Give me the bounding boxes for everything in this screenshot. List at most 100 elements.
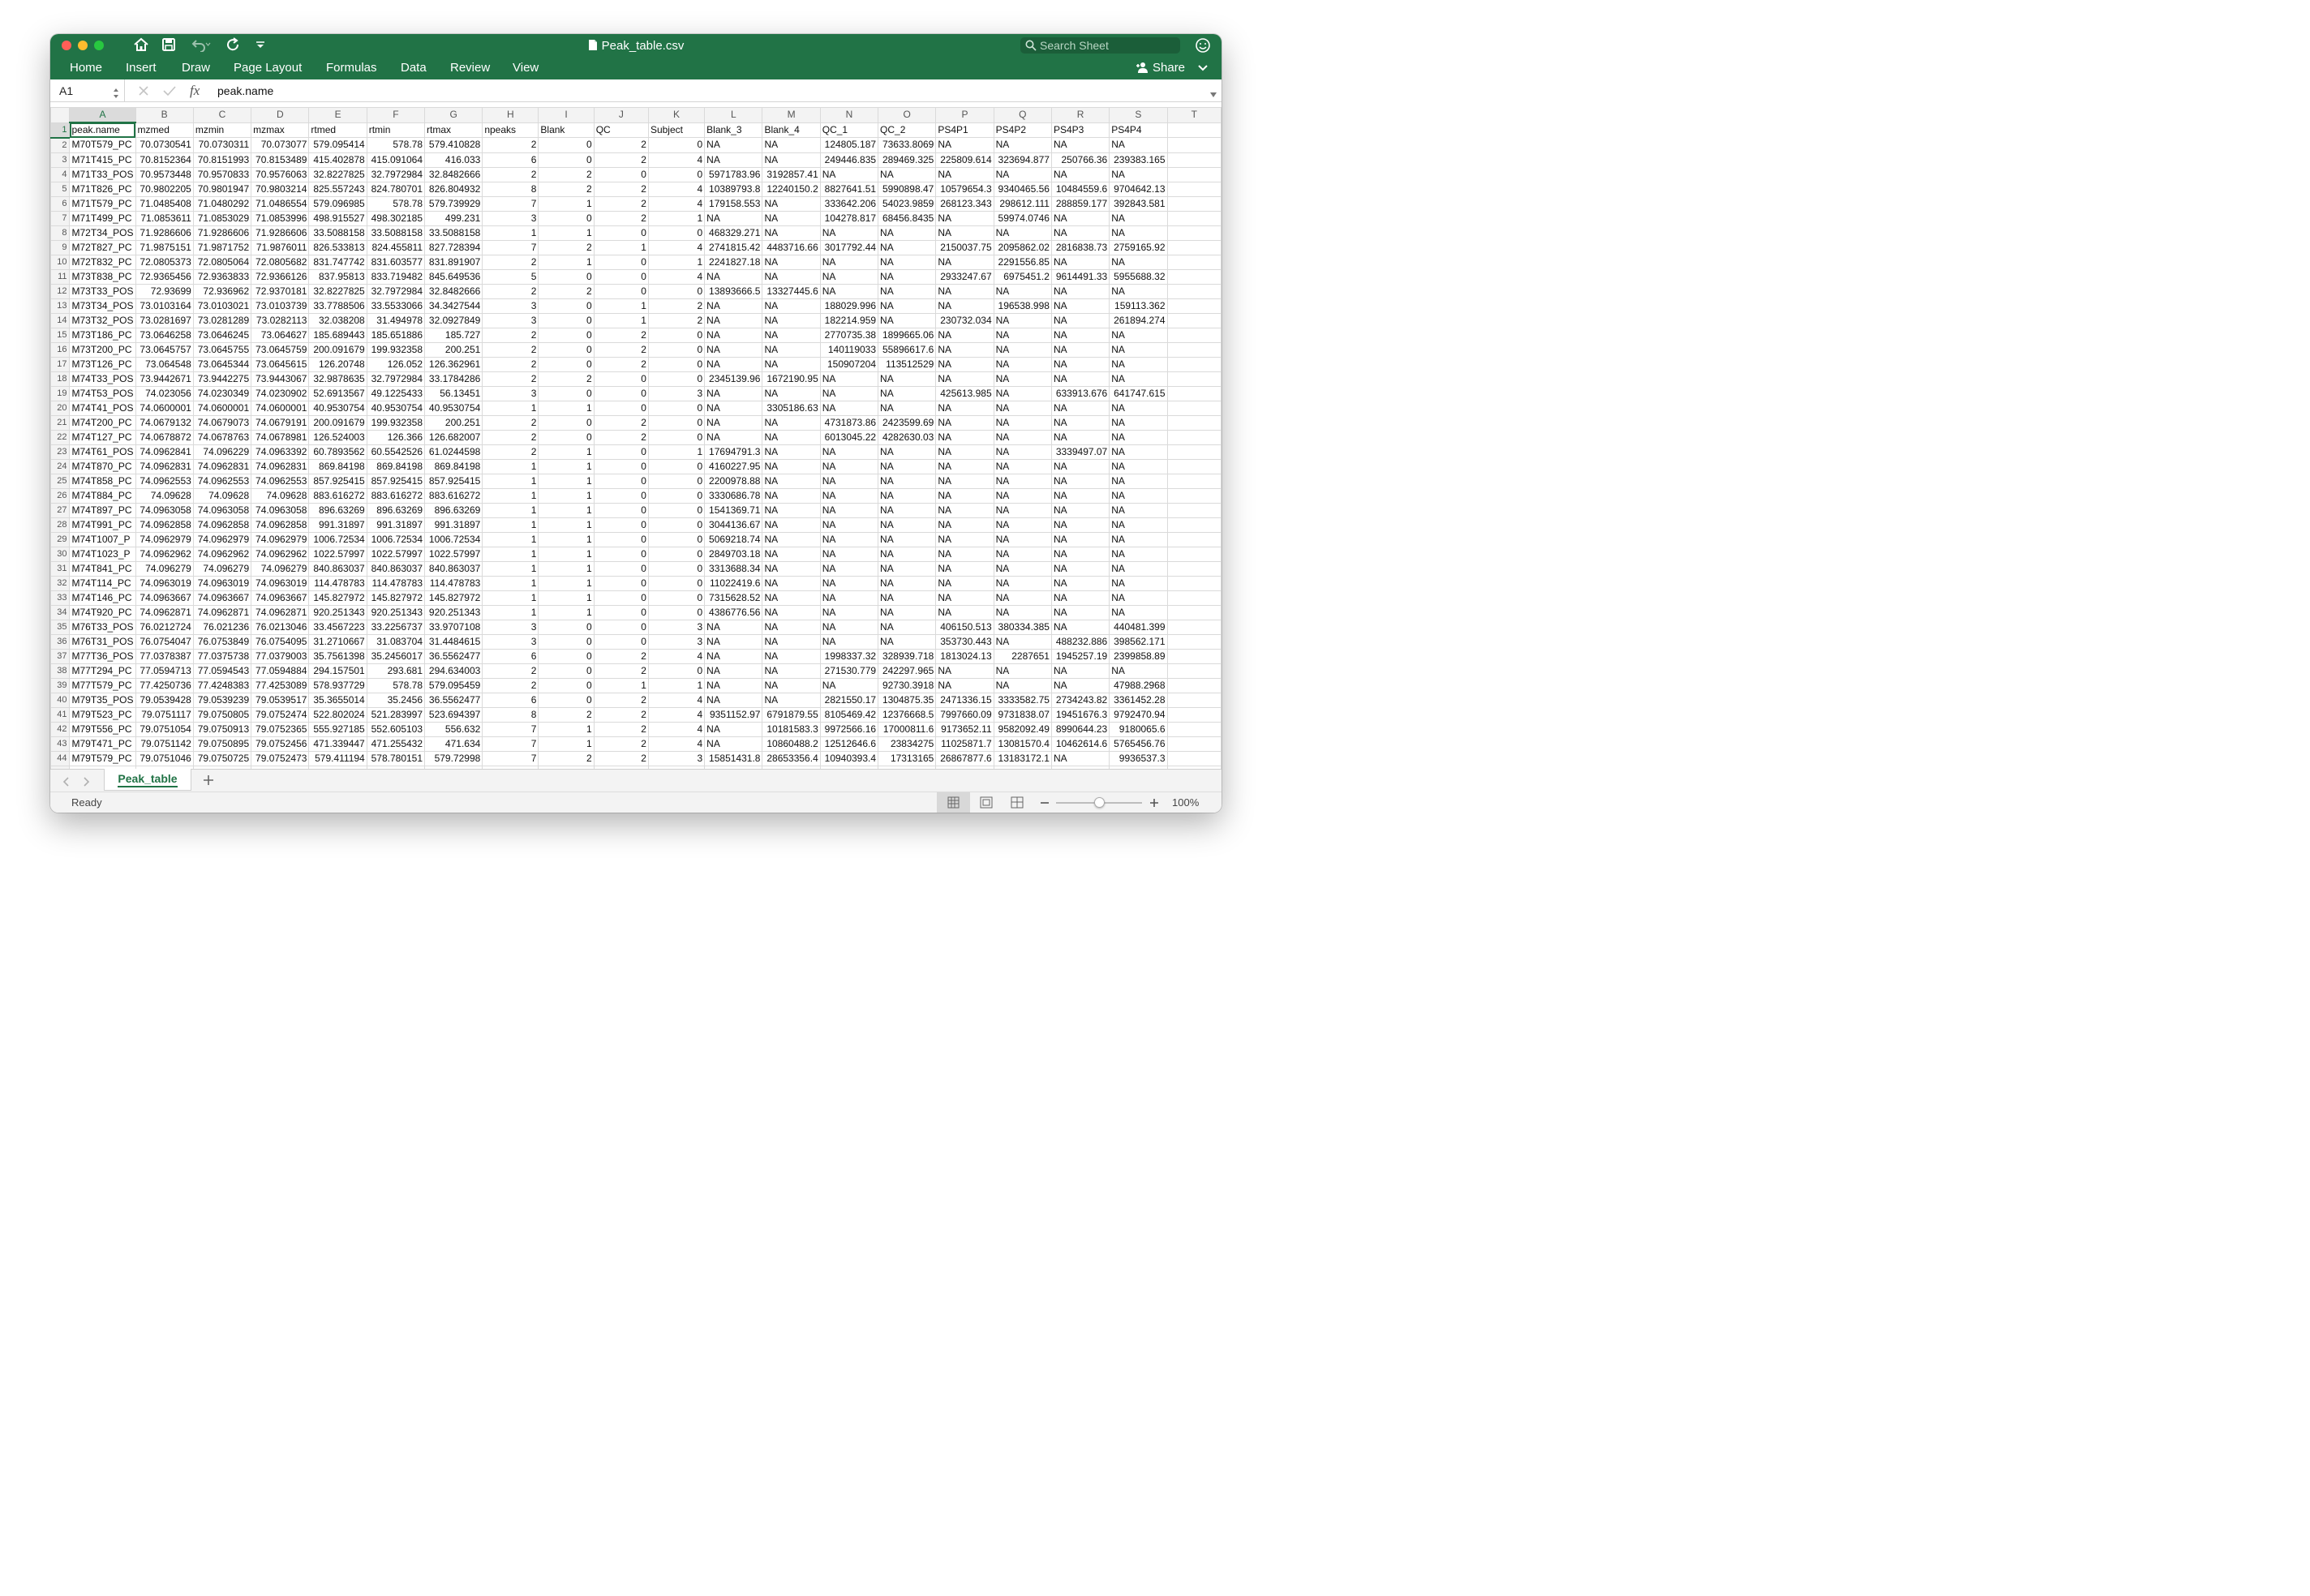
cell[interactable]: 71.0853029 — [192, 210, 252, 226]
cell[interactable]: 79.0539428 — [135, 692, 194, 708]
cell[interactable]: 56.13451 — [424, 385, 483, 401]
cell[interactable]: 74.0962962 — [135, 546, 194, 562]
cell[interactable]: NA — [819, 619, 879, 635]
cell[interactable]: 0 — [538, 137, 595, 153]
cell[interactable]: NA — [1050, 327, 1110, 343]
cell[interactable]: 0 — [593, 590, 649, 606]
cell[interactable]: 74.0962831 — [135, 458, 194, 474]
cell[interactable]: 74.0963667 — [251, 590, 310, 606]
cell[interactable]: 74.0962841 — [135, 444, 194, 460]
cell[interactable]: 73.9443067 — [251, 371, 310, 387]
cell[interactable]: NA — [819, 487, 879, 504]
cell[interactable]: NA — [935, 458, 994, 474]
row-header[interactable]: 1 — [50, 122, 71, 139]
cell[interactable]: 0 — [593, 517, 649, 533]
cell[interactable]: 2095862.02 — [993, 239, 1052, 255]
cell[interactable]: NA — [878, 268, 937, 285]
cell[interactable]: QC — [593, 122, 649, 138]
cell[interactable]: 77.0594884 — [251, 663, 310, 679]
cell[interactable]: 74.0230902 — [251, 385, 310, 401]
cell[interactable]: 74.096279 — [251, 560, 310, 577]
cell[interactable]: 126.362961 — [424, 356, 483, 372]
cell[interactable]: NA — [762, 619, 821, 635]
cell[interactable]: 845.649536 — [424, 268, 483, 285]
cell[interactable]: 2241827.18 — [704, 254, 763, 270]
search-sheet-input[interactable]: Search Sheet — [1020, 37, 1180, 54]
cell[interactable]: 32.9878635 — [308, 371, 367, 387]
cell[interactable]: M71T826_PC — [69, 181, 136, 197]
cell[interactable]: NA — [704, 677, 763, 693]
cell[interactable]: NA — [704, 385, 763, 401]
cell[interactable]: 0 — [647, 546, 706, 562]
cell[interactable]: 9972566.16 — [819, 721, 879, 737]
cell[interactable] — [1166, 195, 1222, 212]
cell[interactable]: 72.9365456 — [135, 268, 194, 285]
cell[interactable]: 70.9802205 — [135, 181, 194, 197]
cell[interactable]: 991.31897 — [366, 517, 426, 533]
cell[interactable]: 74.0600001 — [251, 400, 310, 416]
cell[interactable]: 40.9530754 — [366, 400, 426, 416]
row-header[interactable]: 12 — [50, 283, 71, 299]
cell[interactable]: NA — [993, 473, 1052, 489]
cell[interactable] — [1166, 268, 1222, 285]
cell[interactable]: 353730.443 — [935, 633, 994, 650]
cell[interactable]: 17694791.3 — [704, 444, 763, 460]
cell[interactable]: NA — [1109, 327, 1168, 343]
cell[interactable] — [1166, 692, 1222, 708]
cell[interactable]: 6 — [482, 152, 539, 168]
name-box[interactable]: A1 — [50, 79, 125, 102]
cell[interactable]: NA — [762, 560, 821, 577]
cell[interactable]: 74.0962858 — [135, 517, 194, 533]
cell[interactable]: 826.804932 — [424, 181, 483, 197]
cell[interactable]: 1 — [538, 546, 595, 562]
cell[interactable]: 1022.57997 — [366, 546, 426, 562]
cell[interactable]: 249446.835 — [819, 152, 879, 168]
row-header[interactable]: 28 — [50, 517, 71, 533]
cell[interactable]: NA — [993, 487, 1052, 504]
cell[interactable]: 831.603577 — [366, 254, 426, 270]
cell[interactable]: NA — [993, 414, 1052, 431]
cell[interactable]: NA — [762, 254, 821, 270]
cell[interactable]: 9731838.07 — [993, 706, 1052, 723]
cell[interactable]: NA — [762, 575, 821, 591]
cell[interactable]: NA — [704, 356, 763, 372]
cell[interactable]: 40.9530754 — [424, 400, 483, 416]
cell[interactable]: 79.0751046 — [135, 750, 194, 766]
cell[interactable]: 32.8482666 — [424, 166, 483, 182]
cell[interactable]: 3361452.28 — [1109, 692, 1168, 708]
tab-home[interactable]: Home — [70, 61, 102, 75]
cell[interactable] — [1166, 298, 1222, 314]
row-header[interactable]: 44 — [50, 750, 71, 766]
cell[interactable]: 0 — [593, 473, 649, 489]
cell[interactable] — [1166, 619, 1222, 635]
cell[interactable]: PS4P4 — [1109, 122, 1168, 138]
cell[interactable]: NA — [1050, 663, 1110, 679]
row-header[interactable]: 6 — [50, 195, 71, 212]
cell[interactable]: 74.0679191 — [251, 414, 310, 431]
cell[interactable]: 268123.343 — [935, 195, 994, 212]
normal-view-icon[interactable] — [937, 792, 970, 813]
cell[interactable]: NA — [1109, 356, 1168, 372]
cell[interactable]: 145.827972 — [424, 590, 483, 606]
cell[interactable]: 425613.985 — [935, 385, 994, 401]
cell[interactable]: M71T499_PC — [69, 210, 136, 226]
cell[interactable]: 34.3427544 — [424, 298, 483, 314]
cell[interactable]: 11025871.7 — [935, 736, 994, 752]
column-header-c[interactable]: C — [192, 107, 252, 123]
cell[interactable]: 294.634003 — [424, 663, 483, 679]
cell[interactable]: NA — [993, 663, 1052, 679]
cell[interactable]: M79T556_PC — [69, 721, 136, 737]
cell[interactable]: NA — [878, 225, 937, 241]
cell[interactable]: 1 — [538, 560, 595, 577]
cell[interactable]: 578.78 — [366, 137, 426, 153]
cell[interactable]: NA — [1050, 517, 1110, 533]
row-header[interactable]: 42 — [50, 721, 71, 737]
cell[interactable]: NA — [704, 137, 763, 153]
cell[interactable]: 4 — [647, 195, 706, 212]
row-header[interactable]: 16 — [50, 341, 71, 358]
cell[interactable]: 824.780701 — [366, 181, 426, 197]
cell[interactable]: NA — [1050, 298, 1110, 314]
cell[interactable]: 70.8151993 — [192, 152, 252, 168]
cell[interactable]: 0 — [647, 517, 706, 533]
cell[interactable]: 831.747742 — [308, 254, 367, 270]
